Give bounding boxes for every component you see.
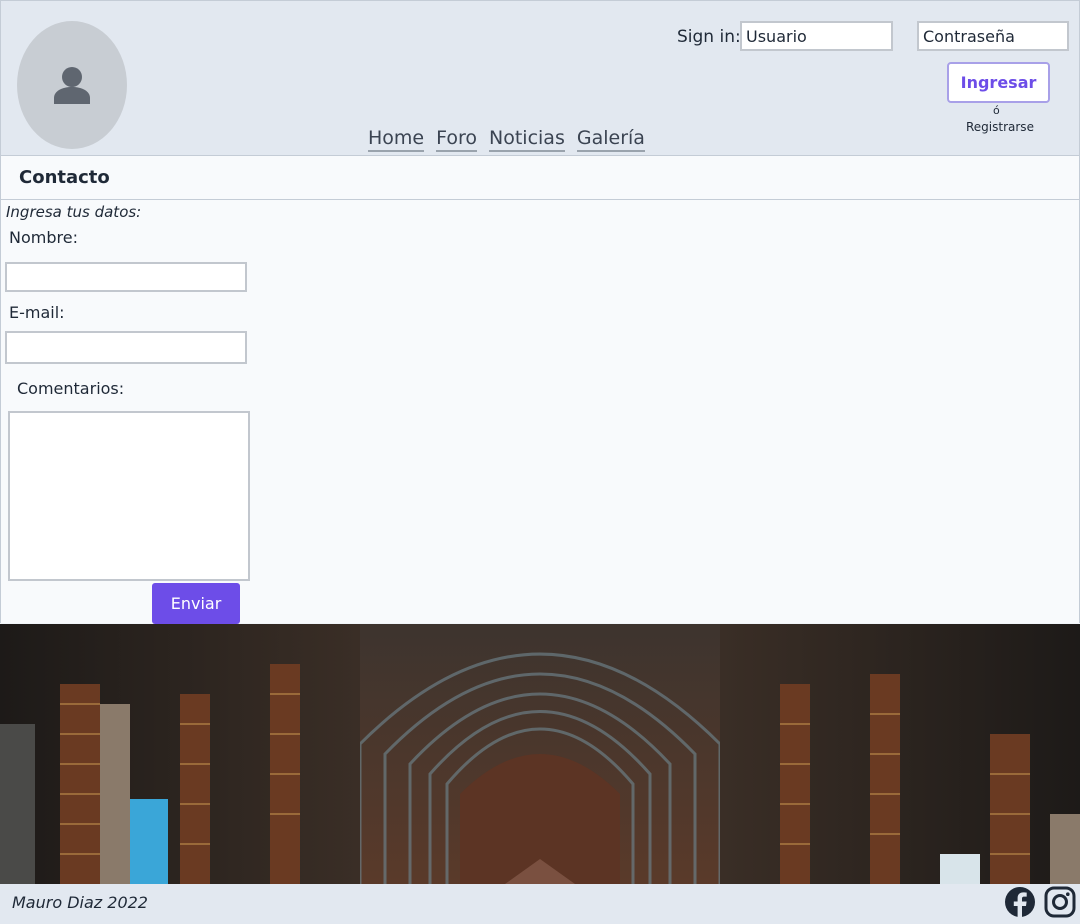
comments-label: Comentarios: — [17, 379, 125, 398]
facebook-icon[interactable] — [1004, 886, 1036, 918]
nav-noticias-link[interactable]: Noticias — [489, 127, 565, 152]
email-label: E-mail: — [9, 303, 65, 322]
library-hall-photo — [0, 624, 1080, 884]
login-button[interactable]: Ingresar — [947, 62, 1050, 103]
name-label: Nombre: — [9, 228, 78, 247]
comments-textarea[interactable] — [8, 411, 250, 581]
register-link[interactable]: Registrarse — [966, 120, 1034, 134]
site-footer: Mauro Diaz 2022 — [0, 884, 1080, 924]
nav-home-link[interactable]: Home — [368, 127, 425, 152]
main-nav: Home Foro Noticias Galería — [368, 127, 645, 152]
form-intro: Ingresa tus datos: — [6, 203, 142, 221]
site-header: Home Foro Noticias Galería Sign in: Ingr… — [0, 0, 1080, 156]
footer-copyright: Mauro Diaz 2022 — [12, 893, 148, 912]
signin-label: Sign in: — [677, 27, 741, 47]
avatar — [17, 21, 127, 149]
nav-foro-link[interactable]: Foro — [436, 127, 478, 152]
or-text: ó — [993, 104, 1000, 117]
library-hall-illustration — [0, 624, 1080, 884]
name-field[interactable] — [5, 262, 247, 292]
email-field[interactable] — [5, 331, 247, 364]
page-title: Contacto — [19, 167, 110, 188]
password-input[interactable] — [917, 21, 1069, 51]
user-icon — [54, 67, 90, 104]
submit-button[interactable]: Enviar — [152, 583, 240, 624]
instagram-icon[interactable] — [1044, 886, 1076, 918]
username-input[interactable] — [740, 21, 893, 51]
nav-galeria-link[interactable]: Galería — [576, 127, 645, 152]
contact-form: Ingresa tus datos: Nombre: E-mail: Comen… — [0, 200, 1080, 624]
page-title-bar: Contacto — [0, 156, 1080, 200]
